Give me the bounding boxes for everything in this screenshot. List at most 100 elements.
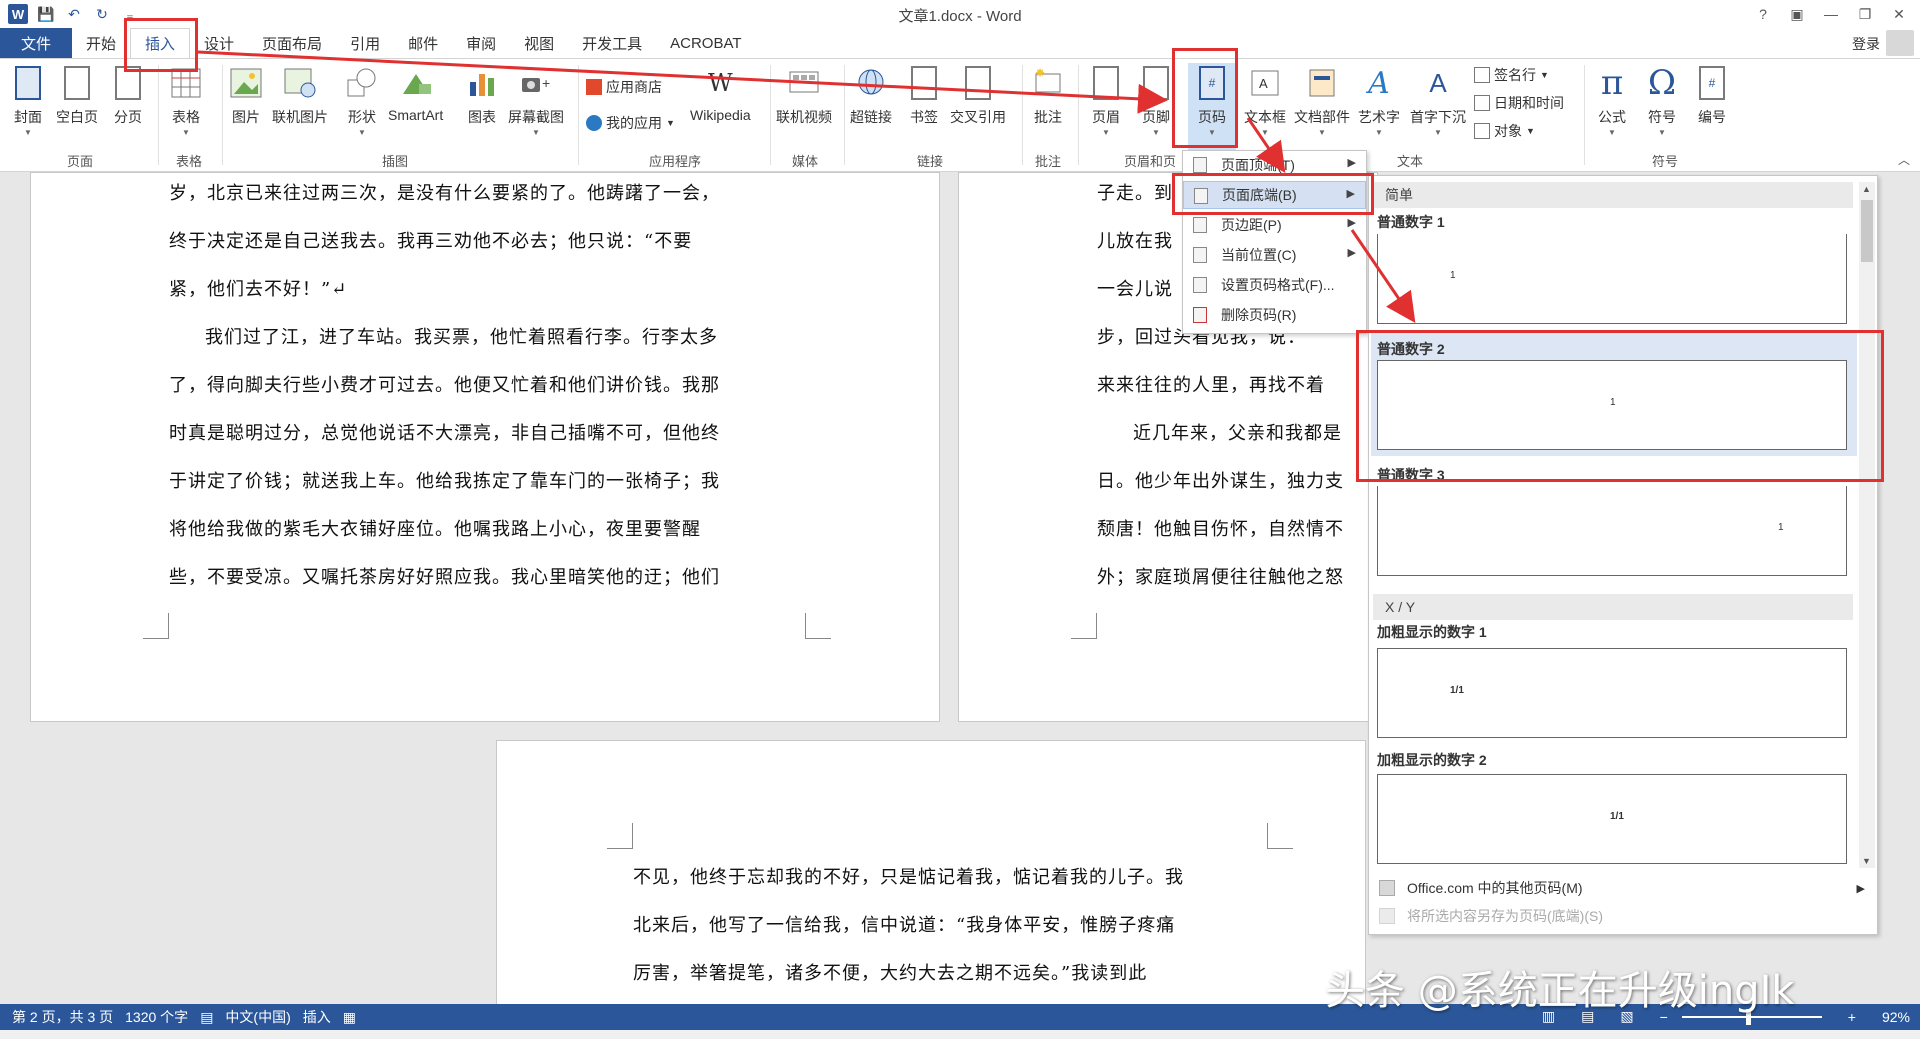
blank-page-button[interactable]: 空白页 — [56, 63, 98, 127]
cover-button[interactable]: 封面 ▼ — [10, 63, 46, 137]
menu-item-format-page-numbers[interactable]: 设置页码格式(F)... — [1183, 271, 1366, 299]
tab-view[interactable]: 视图 — [510, 28, 568, 58]
bookmark-icon — [911, 66, 937, 100]
zoom-level[interactable]: 92% — [1882, 1009, 1910, 1025]
macro-icon[interactable]: ▦ — [343, 1009, 356, 1026]
tab-page-layout[interactable]: 页面布局 — [248, 28, 336, 58]
language-status[interactable]: 中文(中国) — [225, 1007, 290, 1027]
doc-line: 厉害，举箸提笔，诸多不便，大约大去之期不远矣。”我读到此 — [633, 963, 1148, 984]
symbol-button[interactable]: Ω 符号 ▼ — [1644, 63, 1680, 137]
gallery-item-bold-number-1[interactable]: 1/1 — [1377, 648, 1847, 738]
word-logo-icon[interactable]: W — [8, 4, 28, 24]
equation-button[interactable]: π 公式 ▼ — [1594, 63, 1630, 137]
gallery-item-bold-number-2[interactable]: 1/1 — [1377, 774, 1847, 864]
word-count-status[interactable]: 1320 个字 — [125, 1007, 188, 1027]
app-store-button[interactable]: 应用商店 — [586, 77, 662, 97]
save-icon[interactable]: 💾 — [36, 4, 56, 24]
group-label-text: 文本 — [1396, 154, 1423, 169]
bottom-strip — [0, 1030, 1920, 1039]
tab-acrobat[interactable]: ACROBAT — [656, 28, 755, 58]
page-margin-icon — [1193, 217, 1207, 233]
dropcap-button[interactable]: A 首字下沉 ▼ — [1410, 63, 1466, 138]
document-page-bottom[interactable]: 不见，他终于忘却我的不好，只是惦记着我，惦记着我的儿子。我 北来后，他写了一信给… — [496, 740, 1366, 1010]
textbox-icon: A — [1251, 70, 1279, 96]
comment-button[interactable]: ✸ 批注 — [1030, 63, 1066, 127]
header-button[interactable]: 页眉 ▼ — [1088, 63, 1124, 137]
scroll-up-icon[interactable]: ▲ — [1862, 184, 1871, 194]
header-icon — [1093, 66, 1119, 100]
gallery-item-title: 加粗显示的数字 1 — [1377, 624, 1487, 640]
login-link[interactable]: 登录 — [1852, 34, 1880, 54]
numbering-button[interactable]: # 编号 — [1694, 63, 1730, 127]
doc-line: 颓唐！他触目伤怀，自然情不 — [1097, 519, 1344, 540]
doc-line: 我们过了江，进了车站。我买票，他忙着照看行李。行李太多 — [205, 327, 718, 348]
maximize-button[interactable]: ❐ — [1850, 2, 1880, 26]
close-button[interactable]: ✕ — [1884, 2, 1914, 26]
smartart-button[interactable]: SmartArt — [388, 63, 443, 123]
scrollbar-thumb[interactable] — [1861, 200, 1873, 262]
page-count-status[interactable]: 第 2 页，共 3 页 — [12, 1007, 113, 1027]
ribbon-tabs: 文件 开始 插入 设计 页面布局 引用 邮件 审阅 视图 开发工具 ACROBA… — [0, 28, 1920, 58]
help-button[interactable]: ? — [1748, 2, 1778, 26]
cross-reference-button[interactable]: 交叉引用 — [950, 63, 1006, 127]
my-apps-button[interactable]: 我的应用 ▼ — [586, 113, 675, 133]
title-bar: W 💾 ↶ ↻ ₌ 文章1.docx - Word ? ▣ — ❐ ✕ — [0, 0, 1920, 28]
minimize-button[interactable]: — — [1816, 2, 1846, 26]
tab-design[interactable]: 设计 — [190, 28, 248, 58]
tab-file[interactable]: 文件 — [0, 28, 72, 58]
hyperlink-button[interactable]: 超链接 — [850, 63, 892, 127]
margin-marker — [1267, 823, 1293, 849]
more-page-numbers-office[interactable]: Office.com 中的其他页码(M) ▶ — [1369, 874, 1877, 902]
proofing-icon[interactable]: ▤ — [200, 1009, 213, 1026]
signature-line-button[interactable]: 签名行 ▼ — [1474, 65, 1549, 85]
group-label-apps: 应用程序 — [648, 154, 701, 169]
collapse-ribbon-icon[interactable]: ︿ — [1898, 151, 1910, 168]
undo-icon[interactable]: ↶ — [64, 4, 84, 24]
picture-icon — [230, 68, 262, 98]
tab-developer[interactable]: 开发工具 — [568, 28, 656, 58]
smartart-icon — [402, 74, 431, 94]
tab-mailings[interactable]: 邮件 — [394, 28, 452, 58]
bookmark-button[interactable]: 书签 — [906, 63, 942, 127]
tab-review[interactable]: 审阅 — [452, 28, 510, 58]
margin-marker — [607, 823, 633, 849]
footer-button[interactable]: 页脚 ▼ — [1138, 63, 1174, 137]
object-button[interactable]: 对象 ▼ — [1474, 121, 1535, 141]
document-page-left[interactable]: 岁，北京已来往过两三次，是没有什么要紧的了。他踌躇了一会， 终于决定还是自己送我… — [30, 172, 940, 722]
screenshot-button[interactable]: + 屏幕截图 ▼ — [508, 63, 564, 137]
quick-parts-button[interactable]: 文档部件 ▼ — [1294, 63, 1350, 137]
avatar[interactable] — [1886, 30, 1914, 56]
date-time-button[interactable]: 日期和时间 — [1474, 93, 1564, 113]
gallery-scrollbar[interactable]: ▲ ▼ — [1859, 182, 1875, 868]
gallery-section-xy: X / Y — [1373, 594, 1853, 620]
margin-marker — [143, 613, 169, 639]
picture-button[interactable]: 图片 — [228, 63, 264, 127]
redo-icon[interactable]: ↻ — [92, 4, 112, 24]
signature-icon — [1474, 67, 1490, 83]
insert-mode-status[interactable]: 插入 — [303, 1007, 331, 1027]
scroll-down-icon[interactable]: ▼ — [1862, 856, 1871, 866]
tab-references[interactable]: 引用 — [336, 28, 394, 58]
online-picture-button[interactable]: 联机图片 — [272, 63, 328, 127]
menu-item-current-position[interactable]: 当前位置(C) ▶ — [1183, 241, 1366, 269]
table-button[interactable]: 表格 ▼ — [168, 63, 204, 137]
menu-item-remove-page-numbers[interactable]: 删除页码(R) — [1183, 301, 1366, 329]
gallery-item-plain-number-1[interactable]: 1 — [1377, 234, 1847, 324]
zoom-in-icon[interactable]: + — [1848, 1009, 1856, 1025]
group-label-symbols: 符号 — [1651, 154, 1678, 169]
gallery-item-plain-number-3[interactable]: 1 — [1377, 486, 1847, 576]
wikipedia-button[interactable]: W Wikipedia — [690, 63, 751, 123]
page-break-button[interactable]: 分页 — [110, 63, 146, 127]
menu-item-page-margins[interactable]: 页边距(P) ▶ — [1183, 211, 1366, 239]
textbox-button[interactable]: A 文本框 ▼ — [1244, 63, 1286, 137]
shapes-button[interactable]: 形状 ▼ — [344, 63, 380, 137]
online-video-button[interactable]: 联机视频 — [776, 63, 832, 127]
tab-home[interactable]: 开始 — [72, 28, 130, 58]
ribbon-display-button[interactable]: ▣ — [1782, 2, 1812, 26]
table-icon — [171, 68, 201, 98]
remove-icon — [1193, 307, 1207, 323]
doc-line: 岁，北京已来往过两三次，是没有什么要紧的了。他踌躇了一会， — [169, 183, 720, 204]
chart-button[interactable]: 图表 — [464, 63, 500, 127]
wordart-button[interactable]: A 艺术字 ▼ — [1358, 63, 1400, 138]
margin-marker — [805, 613, 831, 639]
